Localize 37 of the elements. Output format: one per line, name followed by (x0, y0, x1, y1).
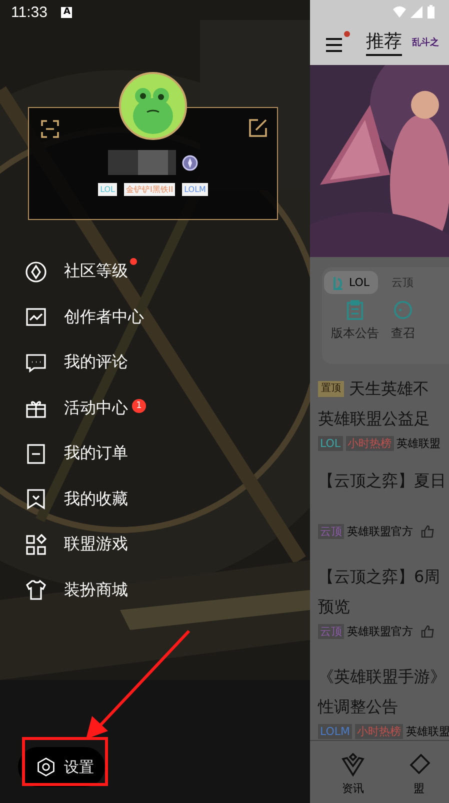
post-source: 英雄联盟 (396, 436, 441, 451)
post-title: 性调整公告 (318, 696, 398, 718)
nav-label: 资讯 (342, 781, 364, 796)
post-source: 英雄联盟官方 (347, 524, 413, 539)
pinned-tag: 置顶 (318, 381, 344, 398)
game-logo-icon (332, 276, 344, 290)
game-tab[interactable]: LOL (324, 271, 378, 294)
game-tab-label: 云顶 (392, 275, 414, 290)
post-tag: LOLM (318, 724, 352, 739)
post-tag: 云顶 (318, 624, 344, 639)
recommend-tab[interactable]: 推荐 (366, 28, 402, 56)
thumbs-up-icon[interactable] (421, 624, 434, 638)
battery-icon (427, 5, 435, 19)
summoner-icon (394, 300, 412, 320)
post-tag: LOL (318, 436, 343, 451)
crest-icon (341, 753, 365, 778)
post-title: 预览 (318, 596, 350, 618)
post-title: 英雄联盟公益足 (318, 408, 430, 430)
post-tag: 小时热榜 (346, 436, 394, 451)
post-title: 《英雄联盟手游》 (318, 666, 446, 688)
clipboard-icon (346, 300, 364, 320)
post-title: 【云顶之弈】6周 (318, 566, 440, 588)
menu-icon[interactable] (326, 31, 350, 53)
shortcut-label: 查召 (391, 325, 415, 342)
post-source: 英雄联盟官方 (347, 624, 413, 639)
post-title: 天生英雄不 (349, 378, 429, 400)
shortcut-label: 版本公告 (331, 325, 379, 342)
post-title: 【云顶之弈】夏日 (318, 470, 446, 492)
wifi-icon (393, 6, 406, 18)
post-tag: 云顶 (318, 524, 344, 539)
nav-label: 盟 (414, 781, 424, 796)
game-tab-label: LOL (349, 276, 370, 290)
feed-post[interactable]: 置顶 天生英雄不 英雄联盟公益足 LOL 小时热榜 英雄联盟 (318, 374, 449, 452)
signal-icon (410, 6, 423, 18)
promo-text: 乱斗之 (412, 36, 439, 48)
thumbs-up-icon[interactable] (421, 524, 434, 538)
post-tag: 小时热榜 (355, 724, 404, 739)
